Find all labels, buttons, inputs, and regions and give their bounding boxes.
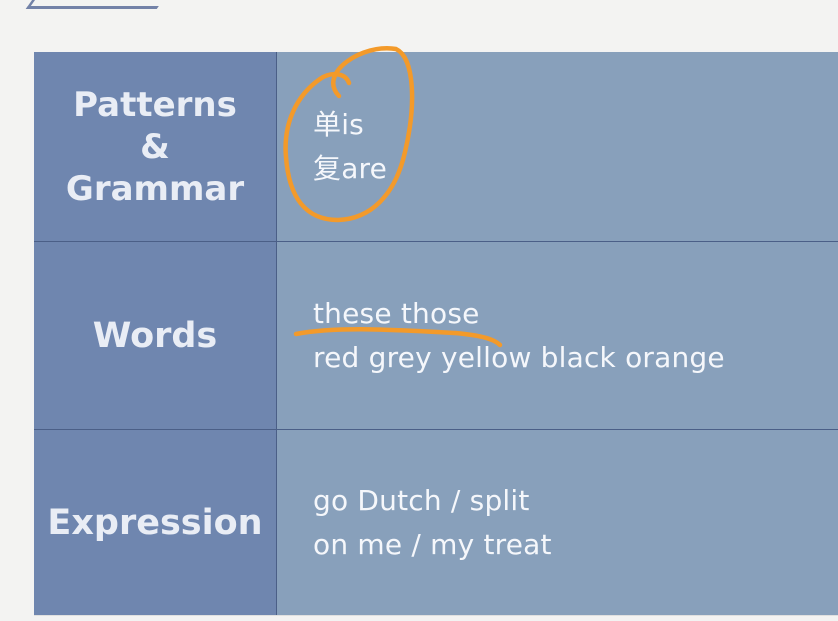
patterns-label-line-3: Grammar bbox=[65, 168, 245, 209]
go-dutch-expression: go Dutch / split bbox=[313, 483, 530, 517]
treat-expression: on me / my treat bbox=[313, 527, 552, 561]
lesson-summary-table: Patterns & Grammar 单is 复are Words these … bbox=[34, 52, 838, 615]
words-content: these those red grey yellow black orange bbox=[277, 242, 838, 430]
row-label-words: Words bbox=[34, 242, 277, 430]
demonstrative-words: these those bbox=[313, 296, 480, 330]
row-label-patterns-grammar: Patterns & Grammar bbox=[34, 52, 277, 242]
row-label-expression: Expression bbox=[34, 430, 277, 615]
slide-decoration bbox=[25, 0, 182, 9]
patterns-label-line-2: & bbox=[140, 126, 170, 167]
plural-pattern: 复are bbox=[313, 151, 388, 185]
expression-content: go Dutch / split on me / my treat bbox=[277, 430, 838, 615]
patterns-grammar-content: 单is 复are bbox=[277, 52, 838, 242]
patterns-label-line-1: Patterns bbox=[73, 84, 237, 125]
singular-pattern: 单is bbox=[313, 107, 364, 141]
color-words: red grey yellow black orange bbox=[313, 340, 725, 374]
